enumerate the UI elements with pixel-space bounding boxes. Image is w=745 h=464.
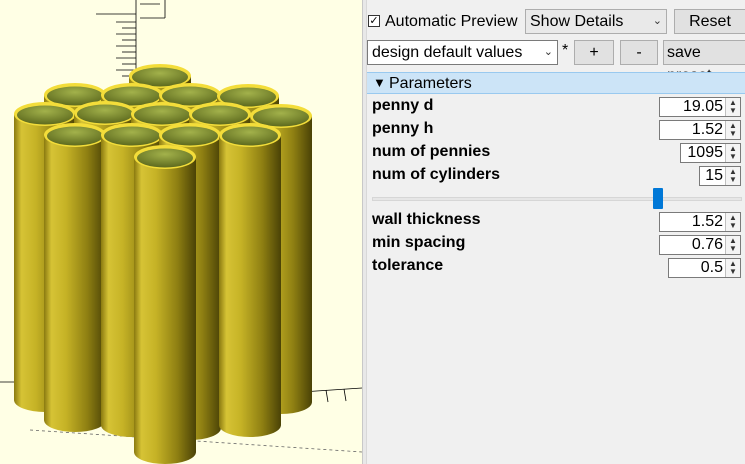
min-spacing-value: 0.76 bbox=[691, 236, 723, 253]
cylinder-body bbox=[219, 135, 281, 437]
preset-select[interactable]: design default values ⌄ bbox=[367, 40, 558, 65]
wall-thickness-value: 1.52 bbox=[691, 213, 723, 230]
cylinder bbox=[44, 123, 106, 432]
axis-tick bbox=[325, 389, 329, 403]
spin-arrows-icon[interactable]: ▲ ▼ bbox=[725, 121, 740, 139]
chevron-down-icon: ⌄ bbox=[543, 46, 553, 58]
num-of-cylinders-slider-thumb[interactable] bbox=[653, 188, 663, 209]
auto-preview-checkbox[interactable]: ✓ bbox=[368, 15, 380, 27]
num-of-cylinders-value: 15 bbox=[705, 167, 723, 184]
cylinder-opening bbox=[222, 126, 278, 146]
cylinder-body bbox=[134, 157, 196, 464]
3d-viewport[interactable] bbox=[0, 0, 362, 464]
spin-arrows-icon[interactable]: ▲ ▼ bbox=[725, 167, 740, 185]
param-label-num-of-cylinders: num of cylinders bbox=[372, 166, 501, 183]
cylinder-opening bbox=[134, 105, 190, 125]
preview-toolbar: ✓ Automatic Preview Show Details ⌄ Reset bbox=[367, 9, 745, 35]
param-label-num-of-pennies: num of pennies bbox=[372, 143, 491, 160]
cylinder-body bbox=[44, 135, 106, 432]
penny-d-spinbox[interactable]: 19.05 ▲ ▼ bbox=[659, 97, 741, 117]
add-preset-button[interactable]: + bbox=[574, 40, 614, 65]
param-label-tolerance: tolerance bbox=[372, 257, 444, 274]
details-select[interactable]: Show Details ⌄ bbox=[525, 9, 667, 34]
cylinder-opening bbox=[17, 105, 73, 125]
chevron-down-icon: ⌄ bbox=[652, 15, 662, 27]
param-label-penny-h: penny h bbox=[372, 120, 434, 137]
penny-h-value: 1.52 bbox=[691, 121, 723, 138]
num-of-cylinders-spinbox[interactable]: 15 ▲ ▼ bbox=[699, 166, 741, 186]
cylinder bbox=[219, 123, 281, 437]
spin-arrows-icon[interactable]: ▲ ▼ bbox=[725, 236, 740, 254]
cylinder-opening bbox=[137, 148, 193, 168]
spin-arrows-icon[interactable]: ▲ ▼ bbox=[725, 213, 740, 231]
cylinder-opening bbox=[104, 126, 160, 146]
num-of-pennies-value: 1095 bbox=[687, 144, 723, 161]
cylinder-opening bbox=[47, 126, 103, 146]
param-label-penny-d: penny d bbox=[372, 97, 434, 114]
num-of-pennies-spinbox[interactable]: 1095 ▲ ▼ bbox=[680, 143, 741, 163]
model-render bbox=[0, 0, 362, 464]
spin-arrows-icon[interactable]: ▲ ▼ bbox=[725, 259, 740, 277]
axis-tick bbox=[343, 388, 347, 402]
wall-thickness-spinbox[interactable]: 1.52 ▲ ▼ bbox=[659, 212, 741, 232]
spin-arrows-icon[interactable]: ▲ ▼ bbox=[725, 144, 740, 162]
details-select-value: Show Details bbox=[530, 13, 624, 30]
param-label-min-spacing: min spacing bbox=[372, 234, 466, 251]
cylinder bbox=[134, 145, 196, 464]
param-label-wall-thickness: wall thickness bbox=[372, 211, 481, 228]
tolerance-spinbox[interactable]: 0.5 ▲ ▼ bbox=[668, 258, 741, 278]
parameters-section-title: Parameters bbox=[389, 75, 472, 92]
collapse-triangle-icon: ▼ bbox=[373, 75, 386, 90]
reset-button[interactable]: Reset bbox=[674, 9, 745, 34]
cylinder-opening bbox=[77, 104, 133, 124]
num-of-cylinders-slider-track[interactable] bbox=[372, 197, 742, 201]
penny-h-spinbox[interactable]: 1.52 ▲ ▼ bbox=[659, 120, 741, 140]
cylinder-opening bbox=[253, 107, 309, 127]
customizer-panel: ✓ Automatic Preview Show Details ⌄ Reset… bbox=[367, 0, 745, 464]
cylinder-group bbox=[14, 64, 312, 464]
penny-d-value: 19.05 bbox=[682, 98, 723, 115]
cylinder-opening bbox=[192, 105, 248, 125]
parameters-section-header[interactable]: ▼ Parameters bbox=[367, 72, 745, 94]
preset-select-value: design default values bbox=[372, 44, 523, 61]
save-preset-button[interactable]: save preset bbox=[663, 40, 745, 84]
preset-modified-marker: * bbox=[562, 42, 569, 59]
cylinder-opening bbox=[162, 126, 218, 146]
spin-arrows-icon[interactable]: ▲ ▼ bbox=[725, 98, 740, 116]
auto-preview-label: Automatic Preview bbox=[385, 13, 518, 30]
remove-preset-button[interactable]: - bbox=[620, 40, 658, 65]
min-spacing-spinbox[interactable]: 0.76 ▲ ▼ bbox=[659, 235, 741, 255]
tolerance-value: 0.5 bbox=[700, 259, 723, 276]
